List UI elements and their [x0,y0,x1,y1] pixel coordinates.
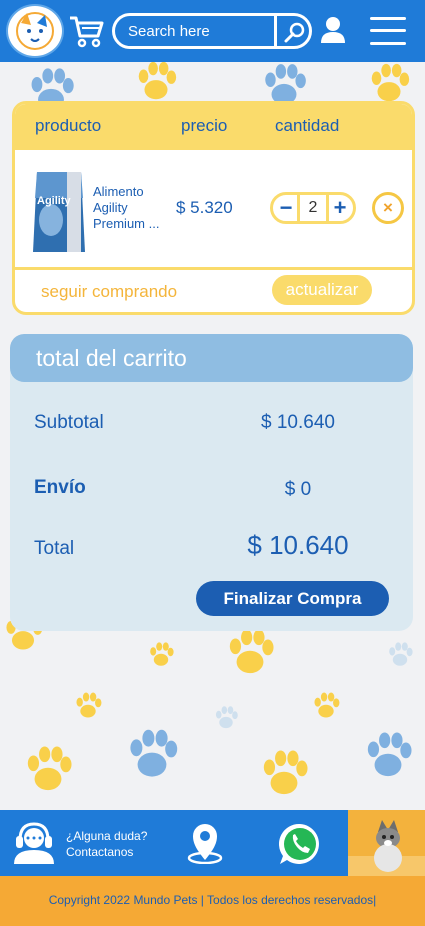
product-image[interactable]: Agility [31,168,87,256]
whatsapp-icon[interactable] [279,823,321,865]
cart-footer-divider [15,267,412,270]
continue-shopping-link[interactable]: seguir comprando [41,282,177,302]
product-price: $ 5.320 [176,198,233,217]
hamburger-menu-icon[interactable] [370,15,406,47]
shipping-value: $ 0 [284,479,312,500]
paw-icon [229,629,274,674]
logo[interactable] [6,4,64,58]
total-label: Total [34,538,75,559]
paw-icon [150,642,174,666]
quantity-stepper: − 2 + [270,192,356,224]
svg-text:Agility: Agility [37,195,71,207]
paw-icon [27,746,72,791]
search-icon[interactable] [283,20,307,44]
cart-totals-header: total del carrito [10,334,413,382]
contact-line-question: ¿Alguna duda? [66,829,148,843]
customer-support-icon[interactable] [12,822,56,864]
paw-icon [367,732,412,777]
paw-icon [215,706,238,729]
subtotal-label: Subtotal [34,412,104,433]
total-value: $ 10.640 [247,530,349,560]
paw-icon [76,692,102,718]
shipping-label: Envío [34,477,86,498]
copyright-bar: Copyright 2022 Mundo Pets | Todos los de… [0,876,425,926]
top-nav-bar [0,0,425,62]
copyright-text: Copyright 2022 Mundo Pets | Todos los de… [48,893,377,907]
cart-table-header: producto precio cantidad [15,104,412,150]
search-divider [274,16,277,46]
contact-bar: ¿Alguna duda? Contactanos [0,810,425,876]
user-icon[interactable] [320,16,346,44]
contact-text[interactable]: ¿Alguna duda? Contactanos [66,828,147,860]
cat-illustration-icon [348,810,425,876]
pet-logo-icon [16,12,54,50]
remove-item-button[interactable]: × [372,192,404,224]
paw-icon [263,750,308,795]
search-bar [112,13,312,49]
cart-icon[interactable] [68,14,104,48]
search-input[interactable] [115,16,275,46]
product-name[interactable]: Alimento Agility Premium ... [93,184,168,232]
paw-icon [389,642,413,666]
decrease-quantity-button[interactable]: − [273,195,299,221]
cart-totals-panel: total del carrito Subtotal $ 10.640 Enví… [10,334,413,631]
cat-photo [348,810,425,876]
increase-quantity-button[interactable]: + [327,195,353,221]
contact-line-action: Contactanos [66,845,134,859]
paw-icon [314,692,340,718]
paw-icon [138,61,177,100]
checkout-button[interactable]: Finalizar Compra [196,581,389,616]
column-header-price: precio [181,116,228,135]
subtotal-value: $ 10.640 [261,412,335,433]
column-header-product: producto [35,116,102,135]
cart-table: producto precio cantidad Agility Aliment… [12,101,415,315]
paw-icon [130,729,178,777]
column-header-quantity: cantidad [275,116,340,135]
quantity-value[interactable]: 2 [300,195,326,221]
update-cart-button[interactable]: actualizar [272,275,372,305]
cart-totals-title: total del carrito [36,345,187,371]
location-pin-icon[interactable] [185,822,225,864]
